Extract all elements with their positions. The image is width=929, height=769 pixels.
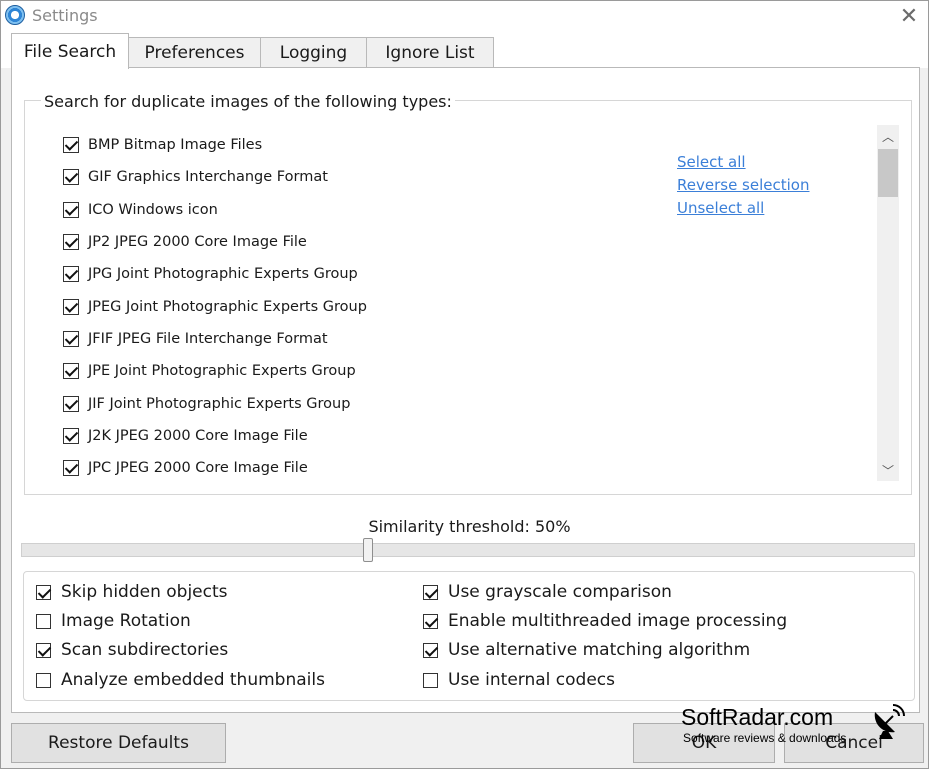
settings-window: Settings ✕ File Search Preferences Loggi… <box>0 0 929 769</box>
file-type-checkbox[interactable] <box>63 298 79 315</box>
app-icon <box>5 5 25 25</box>
file-type-checkbox[interactable] <box>63 395 79 412</box>
file-types-list: BMP Bitmap Image Files GIF Graphics Inter… <box>63 129 663 484</box>
file-type-checkbox[interactable] <box>63 201 79 218</box>
option-grayscale-comparison[interactable]: Use grayscale comparison <box>423 582 672 602</box>
file-type-item[interactable]: JPG Joint Photographic Experts Group <box>63 258 663 290</box>
option-label: Image Rotation <box>61 611 191 631</box>
file-type-checkbox[interactable] <box>63 460 79 477</box>
file-type-item[interactable]: ICO Windows icon <box>63 194 663 226</box>
file-type-label: JP2 JPEG 2000 Core Image File <box>88 234 307 251</box>
reverse-selection-link[interactable]: Reverse selection <box>677 174 809 197</box>
option-multithreaded-processing[interactable]: Enable multithreaded image processing <box>423 611 787 631</box>
file-type-label: JFIF JPEG File Interchange Format <box>88 330 328 347</box>
file-type-label: JIF Joint Photographic Experts Group <box>88 395 351 412</box>
file-type-checkbox[interactable] <box>63 330 79 347</box>
option-checkbox[interactable] <box>36 613 51 629</box>
option-checkbox[interactable] <box>423 584 438 600</box>
window-title: Settings <box>32 6 98 25</box>
tab-ignore-list[interactable]: Ignore List <box>366 37 494 68</box>
file-type-label: GIF Graphics Interchange Format <box>88 169 328 186</box>
option-checkbox[interactable] <box>36 672 51 688</box>
option-label: Use grayscale comparison <box>448 582 672 602</box>
file-type-item[interactable]: JFIF JPEG File Interchange Format <box>63 323 663 355</box>
file-type-item[interactable]: GIF Graphics Interchange Format <box>63 161 663 193</box>
close-icon: ✕ <box>899 3 919 29</box>
file-type-item[interactable]: JP2 JPEG 2000 Core Image File <box>63 226 663 258</box>
file-type-label: JPE Joint Photographic Experts Group <box>88 363 356 380</box>
similarity-slider-thumb[interactable] <box>363 538 373 562</box>
option-checkbox[interactable] <box>36 584 51 600</box>
option-label: Scan subdirectories <box>61 640 229 660</box>
search-options-group: Skip hidden objects Image Rotation Scan … <box>23 571 915 701</box>
option-label: Enable multithreaded image processing <box>448 611 788 631</box>
option-checkbox[interactable] <box>423 613 438 629</box>
tab-file-search[interactable]: File Search <box>11 33 129 69</box>
option-checkbox[interactable] <box>36 642 51 658</box>
tab-strip: File Search Preferences Logging Ignore L… <box>1 33 928 69</box>
file-type-item[interactable]: JIF Joint Photographic Experts Group <box>63 387 663 419</box>
similarity-slider-track[interactable] <box>21 543 915 557</box>
option-checkbox[interactable] <box>423 672 438 688</box>
option-checkbox[interactable] <box>423 642 438 658</box>
file-type-label: J2K JPEG 2000 Core Image File <box>88 427 308 444</box>
file-type-checkbox[interactable] <box>63 266 79 283</box>
restore-defaults-button[interactable]: Restore Defaults <box>11 723 226 763</box>
file-search-panel: Search for duplicate images of the follo… <box>11 67 920 713</box>
file-types-group-title: Search for duplicate images of the follo… <box>41 92 455 111</box>
option-alternative-matching[interactable]: Use alternative matching algorithm <box>423 640 750 660</box>
file-type-item[interactable]: J2K JPEG 2000 Core Image File <box>63 420 663 452</box>
select-all-link[interactable]: Select all <box>677 151 809 174</box>
scroll-down-arrow-icon[interactable]: ﹀ <box>877 459 899 481</box>
option-scan-subdirectories[interactable]: Scan subdirectories <box>36 640 228 660</box>
file-type-checkbox[interactable] <box>63 137 79 154</box>
scroll-up-arrow-icon[interactable]: ︿ <box>877 125 899 147</box>
file-type-label: BMP Bitmap Image Files <box>88 137 263 154</box>
similarity-threshold-label: Similarity threshold: 50% <box>368 517 571 536</box>
title-bar: Settings ✕ <box>1 1 928 33</box>
file-type-checkbox[interactable] <box>63 363 79 380</box>
option-skip-hidden-objects[interactable]: Skip hidden objects <box>36 582 228 602</box>
option-label: Skip hidden objects <box>61 582 228 602</box>
file-type-label: JPC JPEG 2000 Core Image File <box>88 460 308 477</box>
file-type-item[interactable]: BMP Bitmap Image Files <box>63 129 663 161</box>
tab-preferences[interactable]: Preferences <box>128 37 261 68</box>
file-type-checkbox[interactable] <box>63 427 79 444</box>
file-type-checkbox[interactable] <box>63 169 79 186</box>
close-button[interactable]: ✕ <box>894 3 924 29</box>
ok-button[interactable]: OK <box>633 723 775 763</box>
unselect-all-link[interactable]: Unselect all <box>677 197 809 220</box>
file-type-item[interactable]: JPE Joint Photographic Experts Group <box>63 355 663 387</box>
file-type-item[interactable]: JPC JPEG 2000 Core Image File <box>63 452 663 484</box>
selection-links: Select all Reverse selection Unselect al… <box>677 151 809 220</box>
option-internal-codecs[interactable]: Use internal codecs <box>423 670 615 690</box>
file-types-scrollbar[interactable]: ︿ ﹀ <box>877 125 899 481</box>
file-type-label: ICO Windows icon <box>88 201 218 218</box>
file-type-checkbox[interactable] <box>63 234 79 251</box>
tab-logging[interactable]: Logging <box>260 37 367 68</box>
option-label: Use internal codecs <box>448 670 615 690</box>
scrollbar-thumb[interactable] <box>878 149 898 197</box>
option-image-rotation[interactable]: Image Rotation <box>36 611 191 631</box>
file-types-group: Search for duplicate images of the follo… <box>24 92 912 495</box>
file-type-label: JPEG Joint Photographic Experts Group <box>88 298 367 315</box>
option-label: Analyze embedded thumbnails <box>61 670 325 690</box>
file-type-label: JPG Joint Photographic Experts Group <box>88 266 358 283</box>
file-type-item[interactable]: JPEG Joint Photographic Experts Group <box>63 290 663 322</box>
option-analyze-embedded-thumbnails[interactable]: Analyze embedded thumbnails <box>36 670 325 690</box>
cancel-button[interactable]: Cancel <box>784 723 924 763</box>
option-label: Use alternative matching algorithm <box>448 640 751 660</box>
